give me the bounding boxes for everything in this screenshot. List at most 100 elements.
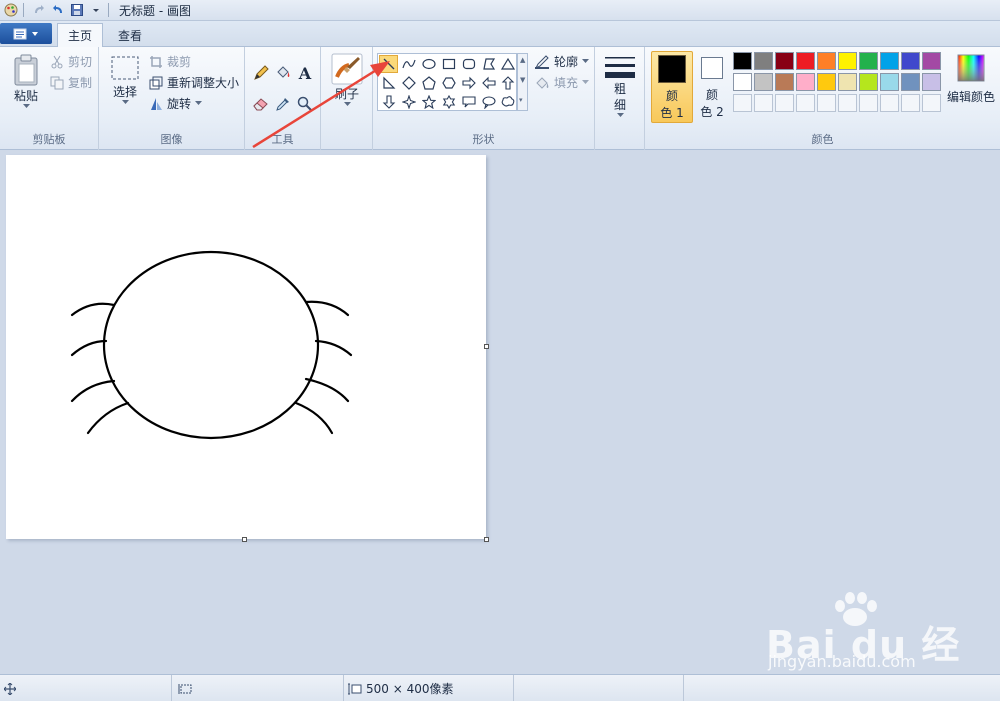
paste-button[interactable]: 粘贴	[8, 53, 44, 109]
pentagon-shape-icon[interactable]	[419, 74, 438, 92]
curve-shape-icon[interactable]	[399, 55, 418, 73]
paint-app-icon[interactable]	[3, 2, 19, 18]
chevron-down-icon	[195, 101, 203, 105]
tab-view[interactable]: 查看	[108, 23, 152, 47]
color-picker-icon[interactable]	[273, 94, 293, 114]
up-arrow-shape-icon[interactable]	[498, 74, 517, 92]
resize-handle-right[interactable]	[484, 344, 489, 349]
scroll-down-icon[interactable]: ▼	[520, 76, 525, 84]
cut-button[interactable]: 剪切	[50, 53, 92, 70]
copy-icon	[50, 76, 64, 89]
shapes-scrollbar[interactable]: ▲ ▼ ▾	[517, 53, 528, 111]
pencil-icon[interactable]	[251, 63, 271, 83]
brushes-button[interactable]: 刷子	[329, 53, 365, 107]
color-swatch[interactable]	[775, 73, 794, 91]
edit-colors-button[interactable]: 编辑颜色	[946, 53, 996, 105]
custom-color-swatch[interactable]	[859, 94, 878, 112]
color2-label-b: 色 2	[700, 105, 724, 119]
scroll-up-icon[interactable]: ▲	[520, 56, 525, 64]
rotate-button[interactable]: 旋转	[149, 95, 203, 112]
file-menu-button[interactable]	[0, 23, 52, 44]
resize-handle-bottom[interactable]	[242, 537, 247, 542]
five-point-star-shape-icon[interactable]	[419, 93, 438, 111]
custom-color-swatch[interactable]	[754, 94, 773, 112]
color-swatch[interactable]	[817, 52, 836, 70]
color-swatch[interactable]	[754, 52, 773, 70]
rounded-rectangle-shape-icon[interactable]	[459, 55, 478, 73]
line-width-icon	[605, 57, 635, 78]
color-swatch[interactable]	[922, 52, 941, 70]
color-swatch[interactable]	[901, 73, 920, 91]
line-shape-icon[interactable]	[379, 55, 398, 73]
rectangle-shape-icon[interactable]	[439, 55, 458, 73]
color-swatch[interactable]	[775, 52, 794, 70]
copy-button[interactable]: 复制	[50, 74, 92, 91]
triangle-shape-icon[interactable]	[498, 55, 517, 73]
color1-button[interactable]: 颜 色 1	[651, 51, 693, 123]
right-triangle-shape-icon[interactable]	[379, 74, 398, 92]
tab-home[interactable]: 主页	[57, 23, 104, 47]
color2-button[interactable]: 颜 色 2	[697, 51, 727, 123]
color-swatch[interactable]	[796, 52, 815, 70]
custom-color-swatch[interactable]	[817, 94, 836, 112]
edit-colors-label: 编辑颜色	[946, 90, 995, 104]
color-swatch[interactable]	[880, 52, 899, 70]
color-swatch[interactable]	[838, 73, 857, 91]
colors-group-label: 颜色	[811, 133, 834, 146]
color-swatch[interactable]	[859, 73, 878, 91]
crop-button[interactable]: 裁剪	[149, 53, 191, 70]
paste-icon	[14, 54, 38, 86]
custom-color-swatch[interactable]	[796, 94, 815, 112]
color-swatch[interactable]	[817, 73, 836, 91]
color-swatch[interactable]	[733, 73, 752, 91]
oval-callout-shape-icon[interactable]	[479, 93, 498, 111]
image-group-label: 图像	[160, 133, 183, 146]
brushes-group: 刷子	[321, 47, 373, 150]
rectangular-callout-shape-icon[interactable]	[459, 93, 478, 111]
right-arrow-shape-icon[interactable]	[459, 74, 478, 92]
color-swatch[interactable]	[754, 73, 773, 91]
down-arrow-shape-icon[interactable]	[379, 93, 398, 111]
cloud-callout-shape-icon[interactable]	[498, 93, 517, 111]
expand-gallery-icon[interactable]: ▾	[519, 96, 523, 104]
save-icon[interactable]	[69, 2, 85, 18]
diamond-shape-icon[interactable]	[399, 74, 418, 92]
custom-color-swatch[interactable]	[880, 94, 899, 112]
color-swatch[interactable]	[796, 73, 815, 91]
drawing-canvas[interactable]	[6, 155, 486, 539]
custom-color-swatch[interactable]	[922, 94, 941, 112]
eraser-icon[interactable]	[251, 94, 271, 114]
color-swatch[interactable]	[880, 73, 899, 91]
oval-shape-icon[interactable]	[419, 55, 438, 73]
custom-color-swatch[interactable]	[838, 94, 857, 112]
left-arrow-shape-icon[interactable]	[479, 74, 498, 92]
magnifier-icon[interactable]	[295, 94, 315, 114]
outline-button[interactable]: 轮廓	[534, 53, 590, 70]
color-swatch[interactable]	[922, 73, 941, 91]
resize-handle-corner[interactable]	[484, 537, 489, 542]
custom-color-swatch[interactable]	[733, 94, 752, 112]
color-swatch[interactable]	[733, 52, 752, 70]
cut-label: 剪切	[68, 55, 93, 69]
select-button[interactable]: 选择	[107, 55, 143, 105]
four-point-star-shape-icon[interactable]	[399, 93, 418, 111]
size-button[interactable]: 粗细	[603, 55, 637, 118]
undo-icon[interactable]	[50, 2, 66, 18]
hexagon-shape-icon[interactable]	[439, 74, 458, 92]
custom-color-swatch[interactable]	[775, 94, 794, 112]
color-swatch[interactable]	[901, 52, 920, 70]
polygon-shape-icon[interactable]	[479, 55, 498, 73]
redo-icon[interactable]	[31, 2, 47, 18]
select-icon	[111, 56, 139, 80]
resize-button[interactable]: 重新调整大小	[149, 74, 239, 91]
fill-bucket-icon[interactable]	[273, 63, 293, 83]
crop-label: 裁剪	[167, 55, 192, 69]
six-point-star-shape-icon[interactable]	[439, 93, 458, 111]
baidu-watermark: Bai du 经验 jingyan.baidu.com	[766, 592, 986, 701]
color-swatch[interactable]	[859, 52, 878, 70]
custom-color-swatch[interactable]	[901, 94, 920, 112]
fill-button[interactable]: 填充	[534, 74, 590, 91]
customize-toolbar-icon[interactable]	[88, 2, 104, 18]
color-swatch[interactable]	[838, 52, 857, 70]
text-tool-icon[interactable]: A	[295, 63, 315, 83]
